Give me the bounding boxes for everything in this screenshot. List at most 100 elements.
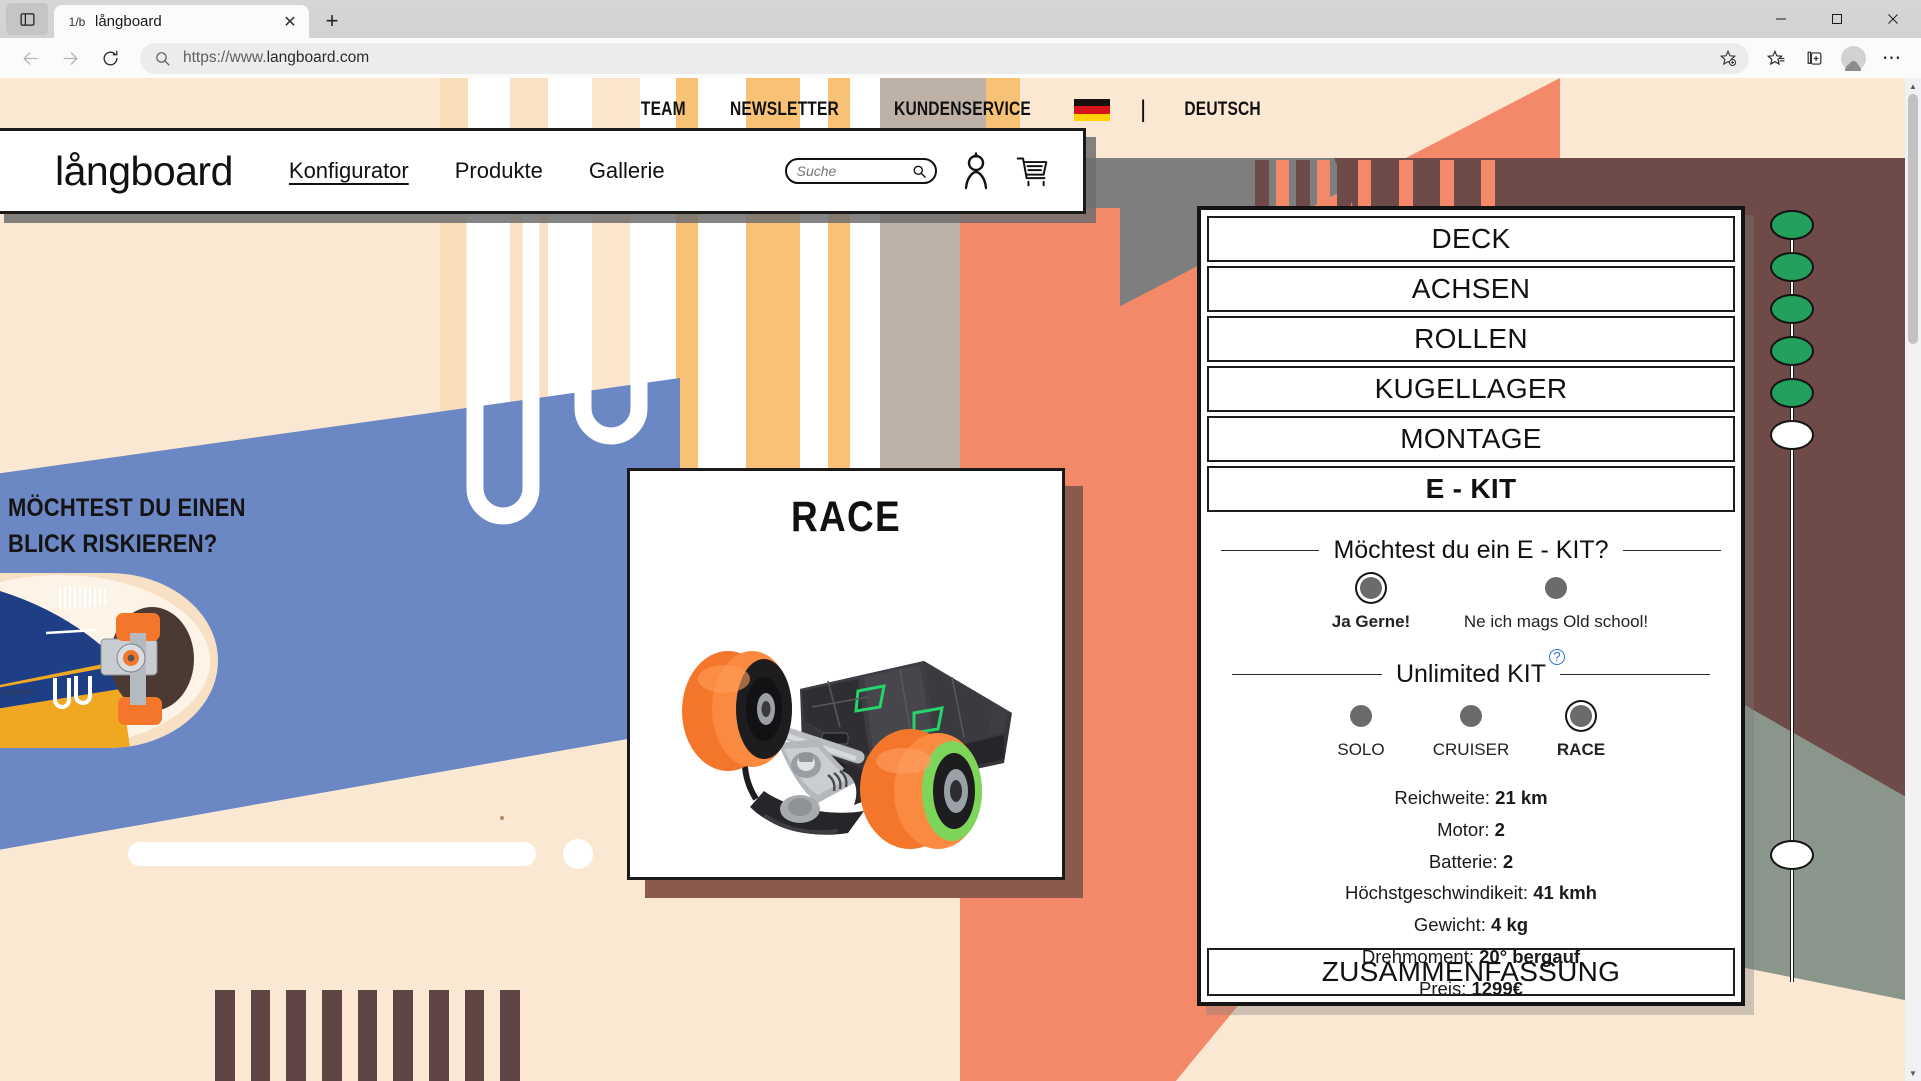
kit-option-solo[interactable]: SOLO bbox=[1306, 705, 1416, 760]
german-flag-icon[interactable] bbox=[1074, 99, 1110, 121]
step-progress-rail bbox=[1770, 210, 1814, 1000]
divider-right bbox=[1560, 674, 1711, 675]
progress-node-2[interactable] bbox=[1770, 210, 1814, 240]
maximize-button[interactable] bbox=[1809, 0, 1865, 38]
config-step-montage[interactable]: MONTAGE bbox=[1207, 416, 1735, 462]
sidebar-toggle-icon[interactable] bbox=[6, 3, 48, 35]
ekit-option-nein-label: Ne ich mags Old school! bbox=[1463, 612, 1649, 631]
background-tan-dot bbox=[500, 816, 504, 820]
kit-option-cruiser[interactable]: CRUISER bbox=[1416, 705, 1526, 760]
spec-value: 4 kg bbox=[1491, 914, 1529, 936]
progress-node-4[interactable] bbox=[1770, 336, 1814, 366]
spec-row: Gewicht: 4 kg bbox=[1221, 909, 1721, 941]
spec-label: Reichweite: bbox=[1394, 787, 1491, 808]
radio-dot[interactable] bbox=[1460, 705, 1482, 727]
window-controls bbox=[1753, 0, 1921, 38]
search-icon[interactable] bbox=[912, 164, 927, 179]
page-scrollbar[interactable]: ▲ ▼ bbox=[1905, 78, 1921, 1081]
product-image bbox=[682, 651, 1012, 849]
utility-nav-kundenservice[interactable]: KUNDENSERVICE bbox=[894, 99, 1031, 121]
tab-title: långboard bbox=[95, 13, 162, 30]
radio-dot[interactable] bbox=[1350, 705, 1372, 727]
radio-dot[interactable] bbox=[1360, 577, 1382, 599]
progress-node-5[interactable] bbox=[1770, 378, 1814, 408]
reload-icon[interactable] bbox=[90, 42, 130, 74]
scroll-down-arrow[interactable]: ▼ bbox=[1905, 1065, 1921, 1081]
product-card-title: RACE bbox=[791, 493, 901, 541]
ekit-option-ja[interactable]: Ja Gerne! bbox=[1286, 577, 1456, 632]
progress-node-2b[interactable] bbox=[1770, 252, 1814, 282]
config-step-deck[interactable]: DECK bbox=[1207, 216, 1735, 262]
radio-dot[interactable] bbox=[1545, 577, 1567, 599]
configurator-panel: DECK ACHSEN ROLLEN KUGELLAGER MONTAGE E … bbox=[1197, 206, 1745, 1006]
nav-konfigurator[interactable]: Konfigurator bbox=[289, 158, 409, 184]
new-tab-button[interactable]: + bbox=[315, 6, 349, 36]
account-person-icon[interactable] bbox=[959, 152, 993, 190]
kit-option-race[interactable]: RACE bbox=[1526, 705, 1636, 760]
product-card[interactable]: RACE bbox=[627, 468, 1065, 880]
ekit-option-row: Ja Gerne! Ne ich mags Old school! bbox=[1221, 577, 1721, 632]
kit-option-race-label: RACE bbox=[1556, 740, 1606, 759]
language-separator: | bbox=[1140, 96, 1147, 123]
search-input[interactable] bbox=[796, 163, 912, 179]
config-panel-body: Möchtest du ein E - KIT? Ja Gerne! Ne ic… bbox=[1207, 516, 1735, 1011]
tab-close-icon[interactable]: ✕ bbox=[279, 11, 301, 33]
divider-left bbox=[1221, 550, 1320, 551]
nav-produkte[interactable]: Produkte bbox=[455, 158, 543, 184]
utility-nav: TEAM NEWSLETTER KUNDENSERVICE | DEUTSCH bbox=[0, 90, 1905, 130]
profile-avatar-icon[interactable] bbox=[1833, 42, 1873, 74]
radio-dot[interactable] bbox=[1570, 705, 1592, 727]
config-step-achsen[interactable]: ACHSEN bbox=[1207, 266, 1735, 312]
main-nav: Konfigurator Produkte Gallerie bbox=[289, 158, 665, 184]
spec-row: Höchstgeschwindikeit: 41 kmh bbox=[1221, 877, 1721, 909]
browser-tab[interactable]: 1/b långboard ✕ bbox=[54, 5, 309, 38]
ekit-question-title: Möchtest du ein E - KIT? bbox=[1333, 536, 1609, 564]
config-step-kugellager[interactable]: KUGELLAGER bbox=[1207, 366, 1735, 412]
favorites-star-icon[interactable] bbox=[1757, 42, 1795, 74]
more-ellipsis-icon[interactable]: ⋯ bbox=[1873, 42, 1911, 74]
shopping-cart-icon[interactable] bbox=[1015, 152, 1049, 190]
promo-headline-line1: MÖCHTEST DU EINEN bbox=[8, 494, 246, 522]
back-arrow-icon[interactable] bbox=[10, 42, 50, 74]
forward-arrow-icon[interactable] bbox=[50, 42, 90, 74]
more-ellipsis-glyph: ⋯ bbox=[1882, 47, 1902, 69]
add-favorite-star-icon[interactable] bbox=[1713, 45, 1743, 71]
progress-node-current[interactable] bbox=[1770, 420, 1814, 450]
language-selector[interactable]: DEUTSCH bbox=[1185, 99, 1261, 121]
background-barcode-stripes bbox=[215, 990, 521, 1081]
scroll-up-arrow[interactable]: ▲ bbox=[1905, 78, 1921, 94]
collections-icon[interactable] bbox=[1795, 42, 1833, 74]
promo-image[interactable]: / COYOTE bbox=[0, 573, 218, 748]
divider-left bbox=[1231, 674, 1382, 675]
spec-label: Batterie: bbox=[1428, 850, 1498, 872]
site-logo[interactable]: långboard bbox=[55, 148, 233, 195]
utility-nav-newsletter[interactable]: NEWSLETTER bbox=[730, 99, 839, 121]
spec-value: 2 bbox=[1502, 850, 1514, 872]
spec-label: Motor: bbox=[1437, 818, 1490, 840]
config-step-ekit[interactable]: E - KIT bbox=[1207, 466, 1735, 512]
browser-toolbar: https://www.langboard.com ⋯ bbox=[0, 38, 1921, 78]
scrollbar-thumb[interactable] bbox=[1908, 94, 1918, 344]
nav-gallerie[interactable]: Gallerie bbox=[589, 158, 665, 184]
url-tld: .com bbox=[335, 49, 370, 66]
summary-button[interactable]: ZUSAMMENFASSUNG bbox=[1207, 948, 1735, 996]
help-question-icon[interactable]: ? bbox=[1549, 649, 1566, 665]
progress-node-3[interactable] bbox=[1770, 294, 1814, 324]
promo-headline: MÖCHTEST DU EINEN BLICK RISKIEREN? bbox=[8, 490, 290, 563]
address-bar[interactable]: https://www.langboard.com bbox=[140, 42, 1749, 74]
spec-value: 2 bbox=[1494, 818, 1505, 840]
address-bar-url: https://www.langboard.com bbox=[183, 49, 1713, 67]
config-step-rollen[interactable]: ROLLEN bbox=[1207, 316, 1735, 362]
close-window-button[interactable] bbox=[1865, 0, 1921, 38]
page-viewport: TEAM NEWSLETTER KUNDENSERVICE | DEUTSCH … bbox=[0, 78, 1905, 1081]
background-white-dot bbox=[563, 839, 593, 869]
progress-node-summary[interactable] bbox=[1770, 840, 1814, 870]
ekit-option-nein[interactable]: Ne ich mags Old school! bbox=[1456, 577, 1656, 632]
spec-row: Motor: 2 bbox=[1221, 814, 1721, 846]
tab-favicon-icon: 1/b bbox=[68, 14, 86, 29]
minimize-button[interactable] bbox=[1753, 0, 1809, 38]
background-white-bar bbox=[128, 842, 536, 866]
site-search[interactable] bbox=[784, 158, 937, 184]
browser-tabstrip: 1/b långboard ✕ + bbox=[0, 0, 1921, 38]
utility-nav-team[interactable]: TEAM bbox=[640, 99, 685, 121]
